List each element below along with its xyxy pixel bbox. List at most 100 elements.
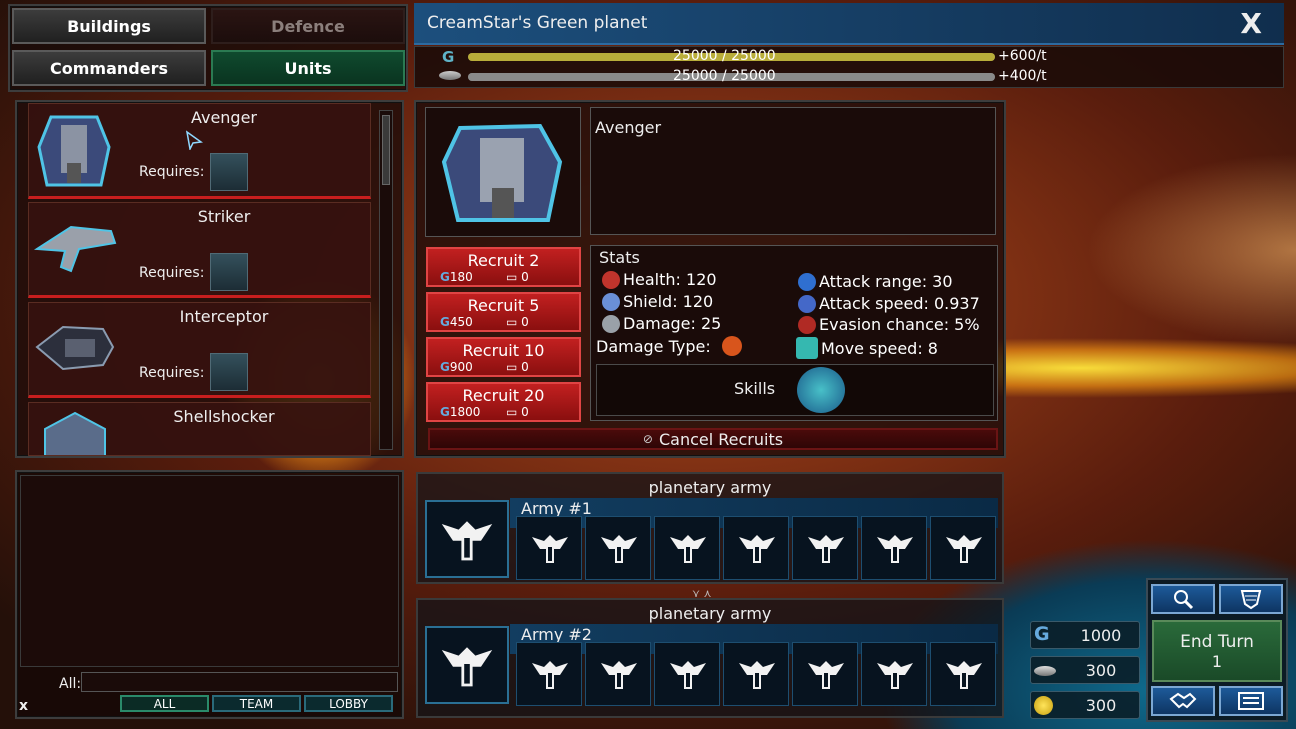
cancel-label: Cancel Recruits [658,429,784,449]
army-unit-slot[interactable] [585,642,651,706]
credit-cost: G180 [440,270,473,284]
army-unit-slot[interactable] [930,516,996,580]
requires-label: Requires: [139,164,205,180]
unit-card-avenger[interactable]: Avenger Requires: [28,103,371,199]
credit-cost: G1800 [440,405,481,419]
evasion-icon [798,315,816,334]
recruit-20-button[interactable]: Recruit 20 G1800 ▭ 0 [426,382,581,422]
recruit-label: Recruit 2 [467,251,540,270]
close-button[interactable]: X [1240,7,1262,40]
detail-unit-name: Avenger [595,118,662,137]
end-turn-label: End Turn [1180,632,1254,652]
menu-list-icon [1238,692,1264,710]
army-unit-slot[interactable] [723,516,789,580]
army-unit-slot[interactable] [861,516,927,580]
ore-cost: ▭ 0 [506,315,529,329]
stat-attack-range: Attack range: 30 [798,272,953,291]
planet-header: CreamStar's Green planet X [414,3,1284,45]
unit-portrait [425,107,581,237]
army-unit-slot[interactable] [861,642,927,706]
ore-cost: ▭ 0 [506,405,529,419]
army-unit-slot[interactable] [585,516,651,580]
tab-defence[interactable]: Defence [211,8,405,44]
factory-building-icon [210,153,248,191]
gold-coin-icon [1034,696,1053,715]
stat-attack-speed: Attack speed: 0.937 [798,294,980,313]
ore-bar-value: 25000 / 25000 [673,68,776,84]
shield-button[interactable] [1219,584,1283,614]
credits-bar-value: 25000 / 25000 [673,48,776,64]
cancel-recruits-button[interactable]: ⊘ Cancel Recruits [428,428,998,450]
search-button[interactable] [1151,584,1215,614]
search-icon [1174,590,1194,610]
army-unit-slot[interactable] [723,642,789,706]
stat-move-speed: Move speed: 8 [796,337,938,359]
tab-units[interactable]: Units [211,50,405,86]
unit-card-striker[interactable]: Striker Requires: [28,202,371,298]
gold-value: 300 [1085,696,1117,715]
unit-card-shellshocker[interactable]: Shellshocker [28,402,371,456]
handshake-icon [1169,692,1197,709]
army-emblem-icon [808,661,844,689]
avenger-ship-icon [37,115,111,187]
unit-name: Avenger [190,108,258,127]
stat-damage-type: Damage Type: [596,336,742,356]
army-unit-slot[interactable] [930,642,996,706]
scrollbar[interactable] [379,110,393,450]
tab-buildings[interactable]: Buildings [12,8,206,44]
stat-health: Health: 120 [602,270,717,289]
resource-bars: G 25000 / 25000 +600/t 25000 / 25000 +40… [414,46,1284,88]
cursor-icon [185,130,203,150]
explosive-damage-icon [721,336,742,356]
skills-button[interactable]: Skills [596,364,994,416]
army-emblem-icon [670,661,706,689]
recruit-label: Recruit 5 [467,296,540,315]
ore-cost: ▭ 0 [506,270,529,284]
end-turn-button[interactable]: End Turn 1 [1152,620,1282,682]
army-panel-1: planetary army Army #1 [416,472,1004,584]
scrollbar-thumb[interactable] [382,115,390,185]
cancel-icon: ⊘ [642,432,653,446]
ore-icon [1034,666,1056,676]
chat-team-button[interactable]: TEAM [212,695,301,712]
requires-label: Requires: [139,365,205,381]
diplomacy-button[interactable] [1151,686,1215,716]
gold-counter: 300 [1030,691,1140,719]
credits-counter: G 1000 [1030,621,1140,649]
recruit-2-button[interactable]: Recruit 2 G180 ▭ 0 [426,247,581,287]
speed-icon [798,294,816,313]
interceptor-ship-icon [35,325,115,371]
recruit-label: Recruit 10 [462,341,545,360]
army-emblem-icon [670,535,706,563]
army-unit-slot[interactable] [654,642,720,706]
menu-button[interactable] [1219,686,1283,716]
army-unit-slot[interactable] [516,642,582,706]
chat-input[interactable] [81,672,398,692]
tab-commanders[interactable]: Commanders [12,50,206,86]
stat-shield: Shield: 120 [602,292,713,311]
army-commander-slot[interactable] [425,500,509,578]
g-credit-icon: G [442,48,455,66]
army-emblem-icon [946,661,982,689]
army-emblem-icon [601,535,637,563]
army-unit-slot[interactable] [516,516,582,580]
recruit-5-button[interactable]: Recruit 5 G450 ▭ 0 [426,292,581,332]
chat-close-button[interactable]: x [19,698,28,714]
unit-card-interceptor[interactable]: Interceptor Requires: [28,302,371,398]
army-unit-slot[interactable] [792,516,858,580]
army-emblem-icon [808,535,844,563]
army-unit-slot[interactable] [792,642,858,706]
unit-name: Striker [197,207,251,226]
unit-name: Shellshocker [173,407,275,426]
skill-icon [797,367,845,413]
stat-damage: Damage: 25 [602,314,721,333]
recruit-label: Recruit 20 [462,386,545,405]
recruit-10-button[interactable]: Recruit 10 G900 ▭ 0 [426,337,581,377]
stat-evasion: Evasion chance: 5% [798,315,980,334]
army-commander-slot[interactable] [425,626,509,704]
army-unit-slot[interactable] [654,516,720,580]
chat-all-button[interactable]: ALL [120,695,209,712]
chat-panel: All: [15,470,404,719]
g-credit-icon: G [1034,623,1050,645]
chat-lobby-button[interactable]: LOBBY [304,695,393,712]
